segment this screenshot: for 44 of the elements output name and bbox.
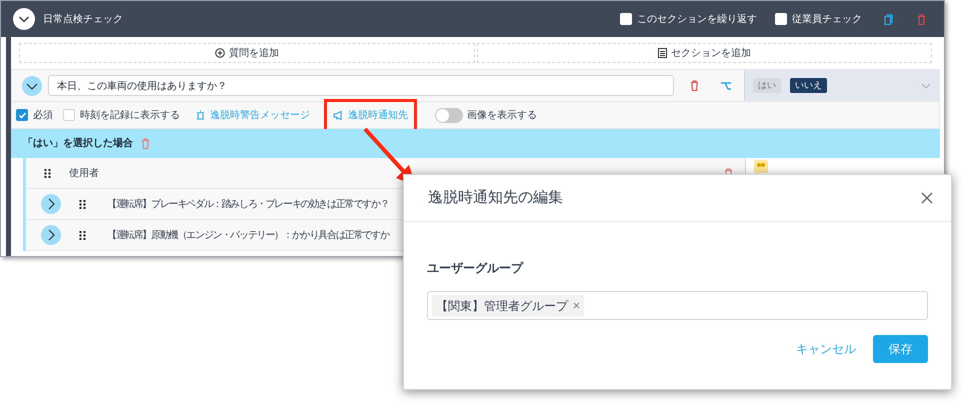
plus-circle-icon	[214, 48, 225, 58]
collapse-button[interactable]	[13, 8, 35, 30]
field-label: ユーザーグループ	[427, 260, 524, 277]
checkbox-label: 時刻を記録に表示する	[80, 108, 180, 122]
checkbox-label: このセクションを繰り返す	[637, 12, 757, 26]
checkbox[interactable]	[16, 109, 28, 121]
checkbox-label: 従業員チェック	[792, 12, 862, 26]
remove-icon[interactable]	[573, 302, 580, 309]
close-icon[interactable]	[921, 192, 933, 204]
answer-option[interactable]: はい	[753, 78, 781, 93]
collapse-button[interactable]	[22, 76, 42, 96]
field-label: 使用者	[69, 166, 100, 180]
dialog-title: 逸脱時通知先の編集	[428, 188, 564, 208]
expand-button[interactable]	[41, 225, 61, 245]
person-icon	[754, 160, 768, 173]
expand-button[interactable]	[41, 194, 61, 214]
branch-icon[interactable]	[720, 80, 732, 90]
answer-option[interactable]: いいえ	[790, 78, 827, 93]
trash-icon[interactable]	[141, 138, 150, 149]
checkbox-label: 必須	[33, 108, 53, 122]
drag-handle-icon[interactable]	[79, 230, 86, 240]
alarm-icon	[196, 110, 205, 120]
checkbox[interactable]	[775, 13, 787, 25]
section-title: 日常点検チェック	[43, 12, 124, 26]
add-button[interactable]: 質問を追加	[19, 43, 474, 63]
trash-icon[interactable]	[917, 14, 926, 24]
question-input[interactable]: 本日、この車両の使用はありますか？	[48, 75, 674, 96]
chevron-down-icon[interactable]	[921, 82, 931, 88]
branch-title: 「はい」を選択した場合	[23, 136, 133, 151]
drag-handle-icon[interactable]	[44, 168, 51, 178]
trash-icon[interactable]	[690, 80, 699, 91]
megaphone-icon	[333, 110, 343, 120]
checkbox[interactable]	[620, 13, 632, 25]
tag-label: 【関東】管理者グループ	[436, 298, 568, 314]
toggle-label: 画像を表示する	[467, 108, 537, 122]
copy-icon[interactable]	[884, 14, 893, 24]
list-icon	[658, 48, 667, 58]
checkbox[interactable]	[63, 109, 75, 121]
add-button[interactable]: セクションを追加	[476, 43, 932, 63]
user-group-field[interactable]: 【関東】管理者グループ	[427, 291, 928, 320]
toggle-switch[interactable]	[435, 108, 463, 122]
drag-handle-icon[interactable]	[79, 200, 86, 208]
question-text: 【運転席】ブレーキペダル：踏みしろ・ブレーキの効きは正常ですか？	[107, 198, 389, 212]
question-text: 【運転席】原動機（エンジン・バッテリー）：かかり具合は正常ですか	[107, 228, 389, 242]
